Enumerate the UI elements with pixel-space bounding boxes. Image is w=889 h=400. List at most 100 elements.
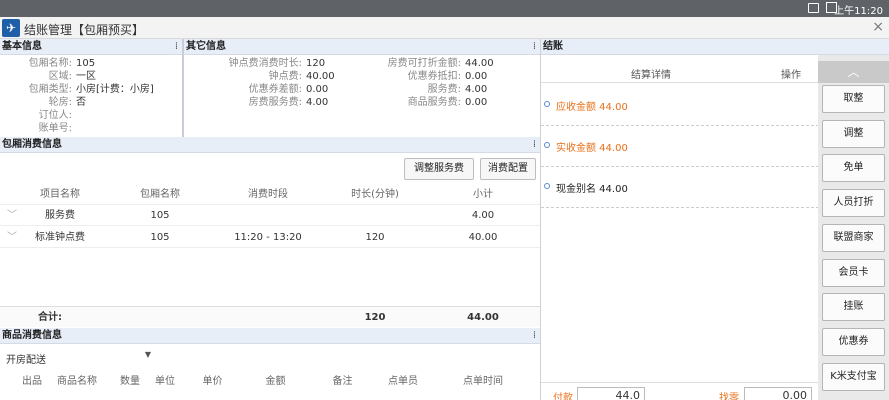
col-goods-name: 商品名称 [57,376,97,387]
room-name: 105 [150,210,170,221]
basic-info-row: 包厢名称: 105 [29,57,176,70]
item-name: 标准钟点费 [35,232,85,243]
other-info-label: 钟点费消费时长: [228,58,302,69]
goods-consumption-header: 商品消费信息 ⁞ [0,328,540,344]
left-panel: 基本信息 ⁞ 其它信息 ⁞ 包厢消费信息 ⁞ 调整服务费 消费配置 项目名称 包… [0,39,540,400]
col-remark: 备注 [332,376,353,387]
partner-merchant-button[interactable]: 联盟商家 [822,223,885,252]
col-period: 消费时段 [248,189,288,200]
other-info-label: 房费服务费: [248,97,302,108]
other-info-value: 44.00 [465,58,494,69]
delivery-dropdown[interactable]: 开房配送 ▼ [6,349,151,366]
duration: 120 [365,232,385,243]
settlement-title: 结账 [543,41,563,52]
round-button[interactable]: 取整 [822,85,885,113]
basic-info-label: 订位人: [38,110,72,121]
settlement-item[interactable]: 实收金额 44.00 [541,126,819,167]
close-icon[interactable]: × [872,19,884,35]
settlement-header: 结账 [541,39,889,55]
settlement-item-text: 现金别名 44.00 [556,184,628,195]
table-row[interactable]: ﹀ 服务费 105 4.00 [0,205,540,226]
settlement-item[interactable]: 现金别名 44.00 [541,167,819,208]
status-bar: 上午11:20 [0,0,889,17]
basic-info-row: 账单号: [39,122,176,135]
settlement-item-text: 实收金额 44.00 [556,143,628,154]
total-subtotal: 44.00 [467,312,499,323]
basic-info-label: 包厢名称: [28,58,72,69]
staff-discount-button[interactable]: 人员打折 [822,189,885,218]
adjust-service-fee-button[interactable]: 调整服务费 [404,158,474,180]
scroll-up-icon[interactable]: ︿ [818,61,889,83]
free-order-button[interactable]: 免单 [822,154,885,183]
basic-info-label: 轮房: [48,97,72,108]
basic-info-value: 小房[计费：小房] [76,84,154,95]
basic-info-value: 105 [76,58,96,69]
other-info-label: 优惠券抵扣: [407,71,461,82]
col-price: 单价 [202,376,223,387]
basic-info-header: 基本信息 ⁞ [0,39,182,55]
col-subtotal: 小计 [473,189,493,200]
change-label: 找零 [719,393,739,400]
other-info-row: 商品服务费: 0.00 [408,96,525,109]
other-info-row: 优惠券抵扣: 0.00 [408,70,525,83]
room-consumption-header: 包厢消费信息 ⁞ [0,137,540,153]
consumption-config-button[interactable]: 消费配置 [480,158,536,180]
other-info-header: 其它信息 ⁞ [184,39,540,55]
pay-label: 付款 [553,393,573,400]
settlement-panel: 结账 结算详情 操作 付款 44.0 找零 0.00 应收金额 44.00 实收金… [540,39,889,400]
basic-info-row: 包厢类型: 小房[计费：小房] [29,83,176,96]
basic-info-row: 轮房: 否 [49,96,176,109]
bullet-icon [544,183,550,189]
table-row[interactable]: ﹀ 标准钟点费 105 11:20 - 13:20 120 40.00 [0,227,540,248]
col-order-time: 点单时间 [463,376,503,387]
col-qty: 数量 [120,376,140,387]
kmi-alipay-button[interactable]: K米支付宝 [822,362,885,391]
bullet-icon [544,101,550,107]
other-info-row: 服务费: 4.00 [428,83,525,96]
other-info-label: 钟点费: [268,71,302,82]
change-amount-input[interactable]: 0.00 [744,387,812,400]
charge-to-account-button[interactable]: 挂账 [822,293,885,322]
member-card-button[interactable]: 会员卡 [822,258,885,287]
screen-icon [808,3,819,13]
chevron-down-icon: ▼ [144,350,151,359]
chevron-down-icon[interactable]: ﹀ [6,227,18,248]
col-amount: 金额 [265,376,286,387]
payment-bar: 付款 44.0 找零 0.00 [541,382,819,400]
other-info-row: 房费可打折金额: 44.00 [388,57,525,70]
other-info-row: 钟点费消费时长: 120 [229,57,366,70]
title-bar: ✈ 结账管理【包厢预买】 × [0,17,889,39]
col-room-name: 包厢名称 [140,189,180,200]
total-label: 合计: [38,312,62,323]
pay-amount-input[interactable]: 44.0 [577,387,645,400]
settlement-column-header: 结算详情 操作 [541,61,819,83]
settlement-item[interactable]: 应收金额 44.00 [541,85,819,126]
other-info-row: 钟点费: 40.00 [269,70,366,83]
other-info-label: 房费可打折金额: [387,58,461,69]
chevron-down-icon[interactable]: ﹀ [6,205,18,226]
basic-info-title: 基本信息 [2,41,42,52]
col-unit: 单位 [155,376,175,387]
period [218,205,318,226]
other-info-value: 0.00 [465,97,488,108]
coupon-button[interactable]: 优惠券 [822,327,885,356]
pin-icon[interactable]: ⁞ [533,39,536,54]
col-item-name: 项目名称 [40,189,80,200]
col-duration: 时长(分钟) [351,189,399,200]
other-info-value: 4.00 [465,84,488,95]
other-info-value: 4.00 [306,97,329,108]
other-info-label: 优惠券差额: [248,84,302,95]
item-name: 服务费 [45,210,75,221]
window-title: 结账管理【包厢预买】 [24,23,145,37]
pin-icon[interactable]: ⁞ [533,328,536,343]
bullet-icon [544,142,550,148]
subtotal: 4.00 [471,210,495,221]
adjust-button[interactable]: 调整 [822,119,885,148]
other-info-row: 房费服务费: 4.00 [249,96,366,109]
room-name: 105 [150,232,170,243]
col-order-staff: 点单员 [388,376,418,387]
app-icon: ✈ [2,19,20,37]
pin-icon[interactable]: ⁞ [533,137,536,152]
other-info-label: 服务费: [427,84,461,95]
pin-icon[interactable]: ⁞ [175,39,178,54]
